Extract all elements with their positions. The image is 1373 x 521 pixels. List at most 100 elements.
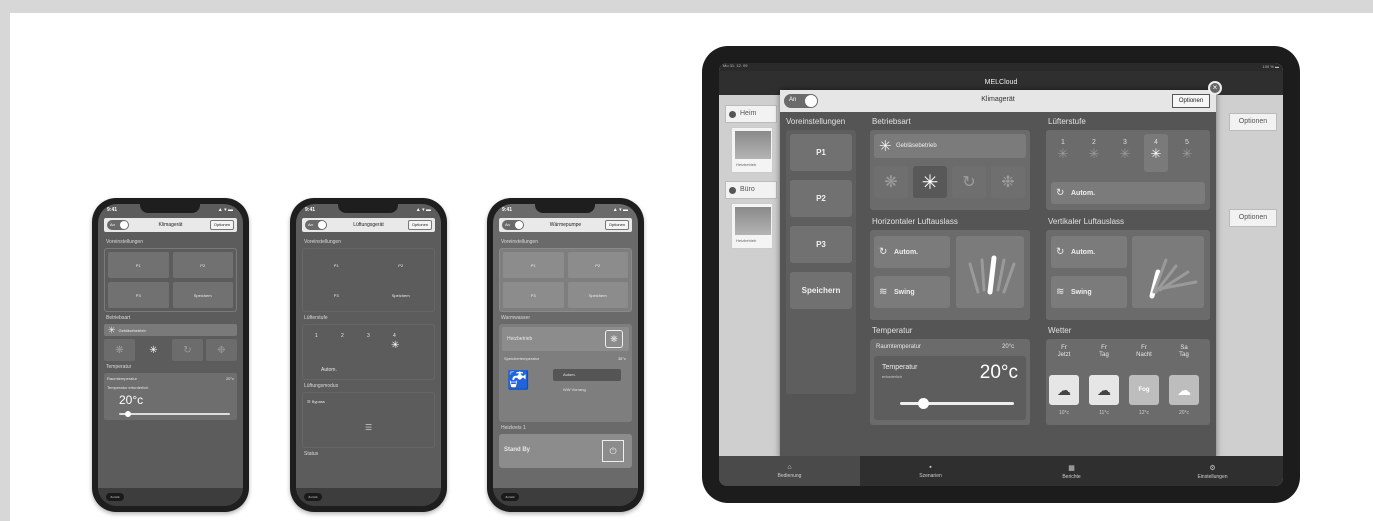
background-options-button[interactable]: Optionen xyxy=(1229,209,1277,227)
preset-p3[interactable]: P3 xyxy=(790,226,852,263)
fan-auto[interactable]: Autom. xyxy=(321,367,337,373)
device-title: Klimagerät xyxy=(158,222,183,228)
options-button[interactable]: Optionen xyxy=(210,220,234,230)
heat-mode-icon[interactable]: ❋ xyxy=(874,166,908,198)
fan-level-2[interactable]: 2 ✳ xyxy=(1082,134,1106,172)
preset-p2[interactable]: P2 xyxy=(172,252,233,278)
preset-p3[interactable]: P3 xyxy=(108,282,169,308)
phone-screen: 9:41 ▲ ▾ ▬ An Klimagerät Optionen Vorein… xyxy=(98,204,243,506)
tab-einstellungen[interactable]: ⚙ Einstellungen xyxy=(1142,456,1283,486)
preset-p1[interactable]: P1 xyxy=(108,252,169,278)
phone-waermepumpe: 9:41 ▲ ▾ ▬ An Wärmepumpe Optionen Vorein… xyxy=(487,198,644,512)
hot-water-boost-option[interactable]: WW Vorrang xyxy=(563,387,586,392)
v-swing-label: Swing xyxy=(1071,288,1092,296)
fan-level-3[interactable]: 3 xyxy=(367,333,370,339)
fan-level-1[interactable]: 1 ✳ xyxy=(1051,134,1075,172)
location-buero[interactable]: Büro xyxy=(725,181,777,199)
preset-p2[interactable]: P2 xyxy=(567,252,628,278)
fan-icon: ✳ xyxy=(1088,146,1100,161)
standby-row[interactable]: Stand By ⏻ xyxy=(499,434,632,468)
fan-level-3[interactable]: 3 ✳ xyxy=(1113,134,1137,172)
heat-mode-icon[interactable]: ❋ xyxy=(104,339,135,361)
preset-p1[interactable]: P1 xyxy=(306,252,367,278)
tab-bar: ⌂ Bedienung ▪ Szenarien ▦ Berichte ⚙ Einstel… xyxy=(719,456,1283,486)
h-auto-button[interactable]: ↻ Autom. xyxy=(874,236,950,268)
close-icon[interactable]: × xyxy=(1208,81,1222,95)
fan-icon: ✳ xyxy=(1057,146,1069,161)
options-button[interactable]: Optionen xyxy=(1172,94,1210,108)
frame-left xyxy=(0,0,10,521)
swing-icon: ≋ xyxy=(879,286,888,298)
cloud-rain-icon: ☁ xyxy=(1049,375,1079,405)
preset-p3[interactable]: P3 xyxy=(503,282,564,308)
fan-level-1[interactable]: 1 xyxy=(315,333,318,339)
preset-save[interactable]: Speichern xyxy=(172,282,233,308)
location-heim[interactable]: Heim xyxy=(725,105,777,123)
preset-grid: P1 P2 P3 Speichern xyxy=(499,248,632,312)
dry-mode-icon[interactable]: ❉ xyxy=(206,339,237,361)
preset-save[interactable]: Speichern xyxy=(790,272,852,309)
mode-current[interactable]: ✳ Gebläsebetrieb xyxy=(874,134,1026,158)
heating-mode-row[interactable]: Heizbetrieb ❋ xyxy=(502,327,629,351)
fan-level-5[interactable]: 5 ✳ xyxy=(1175,134,1199,172)
preset-p3[interactable]: P3 xyxy=(306,282,367,308)
power-toggle[interactable]: An xyxy=(107,220,129,230)
temp-slider[interactable] xyxy=(111,411,230,417)
dry-mode-icon[interactable]: ❉ xyxy=(991,166,1025,198)
device-card[interactable]: Heizbetrieb xyxy=(731,203,773,249)
background-options-button[interactable]: Optionen xyxy=(1229,113,1277,131)
room-temp-value: 20°c xyxy=(225,376,234,381)
back-button[interactable]: Zurück xyxy=(304,493,322,501)
status-icons: ▲ ▾ ▬ xyxy=(612,207,628,213)
tab-berichte[interactable]: ▦ Berichte xyxy=(1001,456,1142,486)
vertical-vane-label: Vertikaler Luftauslass xyxy=(1048,217,1125,226)
auto-mode-icon[interactable]: ↻ xyxy=(172,339,203,361)
back-button[interactable]: Zurück xyxy=(501,493,519,501)
bypass-option[interactable]: ☰ Bypass xyxy=(307,399,325,404)
section-vent-mode: Lüftungsmodus xyxy=(304,383,339,389)
preset-save[interactable]: Speichern xyxy=(370,282,431,308)
fan-auto-button[interactable]: ↻ Autom. xyxy=(1051,182,1205,204)
power-toggle[interactable]: An xyxy=(784,94,818,108)
fog-icon: Fog xyxy=(1129,375,1159,405)
v-swing-button[interactable]: ≋ Swing xyxy=(1051,276,1127,308)
auto-mode-icon[interactable]: ↻ xyxy=(952,166,986,198)
notch xyxy=(338,204,398,213)
fan-level-4[interactable]: 4 xyxy=(393,333,396,339)
mode-current[interactable]: ✳ Gebläsebetrieb xyxy=(104,324,237,336)
weather-day: Fr xyxy=(1101,345,1107,351)
slider-handle[interactable] xyxy=(125,411,131,417)
options-button[interactable]: Optionen xyxy=(605,220,629,230)
tap-icon: 🚰 xyxy=(507,370,530,390)
device-card[interactable]: Heizbetrieb xyxy=(731,127,773,173)
mode-label: Gebläsebetrieb xyxy=(118,327,146,333)
power-toggle[interactable]: An xyxy=(502,220,524,230)
hot-water-auto-option[interactable]: Autom. xyxy=(553,369,621,381)
fan-level-2[interactable]: 2 xyxy=(341,333,344,339)
section-presets: Voreinstellungen xyxy=(501,239,538,245)
back-button[interactable]: Zurück xyxy=(106,493,124,501)
cool-mode-icon[interactable]: ✳ xyxy=(913,166,947,198)
fan-level-label: 1 xyxy=(1061,139,1065,146)
power-toggle[interactable]: An xyxy=(305,220,327,230)
fan-level-4[interactable]: 4 ✳ xyxy=(1144,134,1168,172)
preset-p1[interactable]: P1 xyxy=(503,252,564,278)
tablet-status-bar: Mo 31. 12. 09 100 % ▬ xyxy=(719,63,1283,71)
heating-mode-label: Heizbetrieb xyxy=(507,336,533,342)
slider-handle[interactable] xyxy=(918,398,929,409)
vane-fan-icon xyxy=(1149,258,1198,299)
tab-szenarien[interactable]: ▪ Szenarien xyxy=(860,456,1001,486)
preset-p1[interactable]: P1 xyxy=(790,134,852,171)
preset-save[interactable]: Speichern xyxy=(567,282,628,308)
preset-p2[interactable]: P2 xyxy=(370,252,431,278)
temp-slider[interactable] xyxy=(900,398,1014,409)
options-button[interactable]: Optionen xyxy=(408,220,432,230)
vent-icon[interactable]: ☰ xyxy=(365,423,372,432)
v-auto-button[interactable]: ↻ Autom. xyxy=(1051,236,1127,268)
cool-mode-icon[interactable]: ✳ xyxy=(138,339,169,361)
section-mode: Betriebsart xyxy=(106,315,131,321)
tab-bedienung[interactable]: ⌂ Bedienung xyxy=(719,456,860,486)
section-temperature: Temperatur xyxy=(106,364,132,370)
preset-p2[interactable]: P2 xyxy=(790,180,852,217)
h-swing-button[interactable]: ≋ Swing xyxy=(874,276,950,308)
